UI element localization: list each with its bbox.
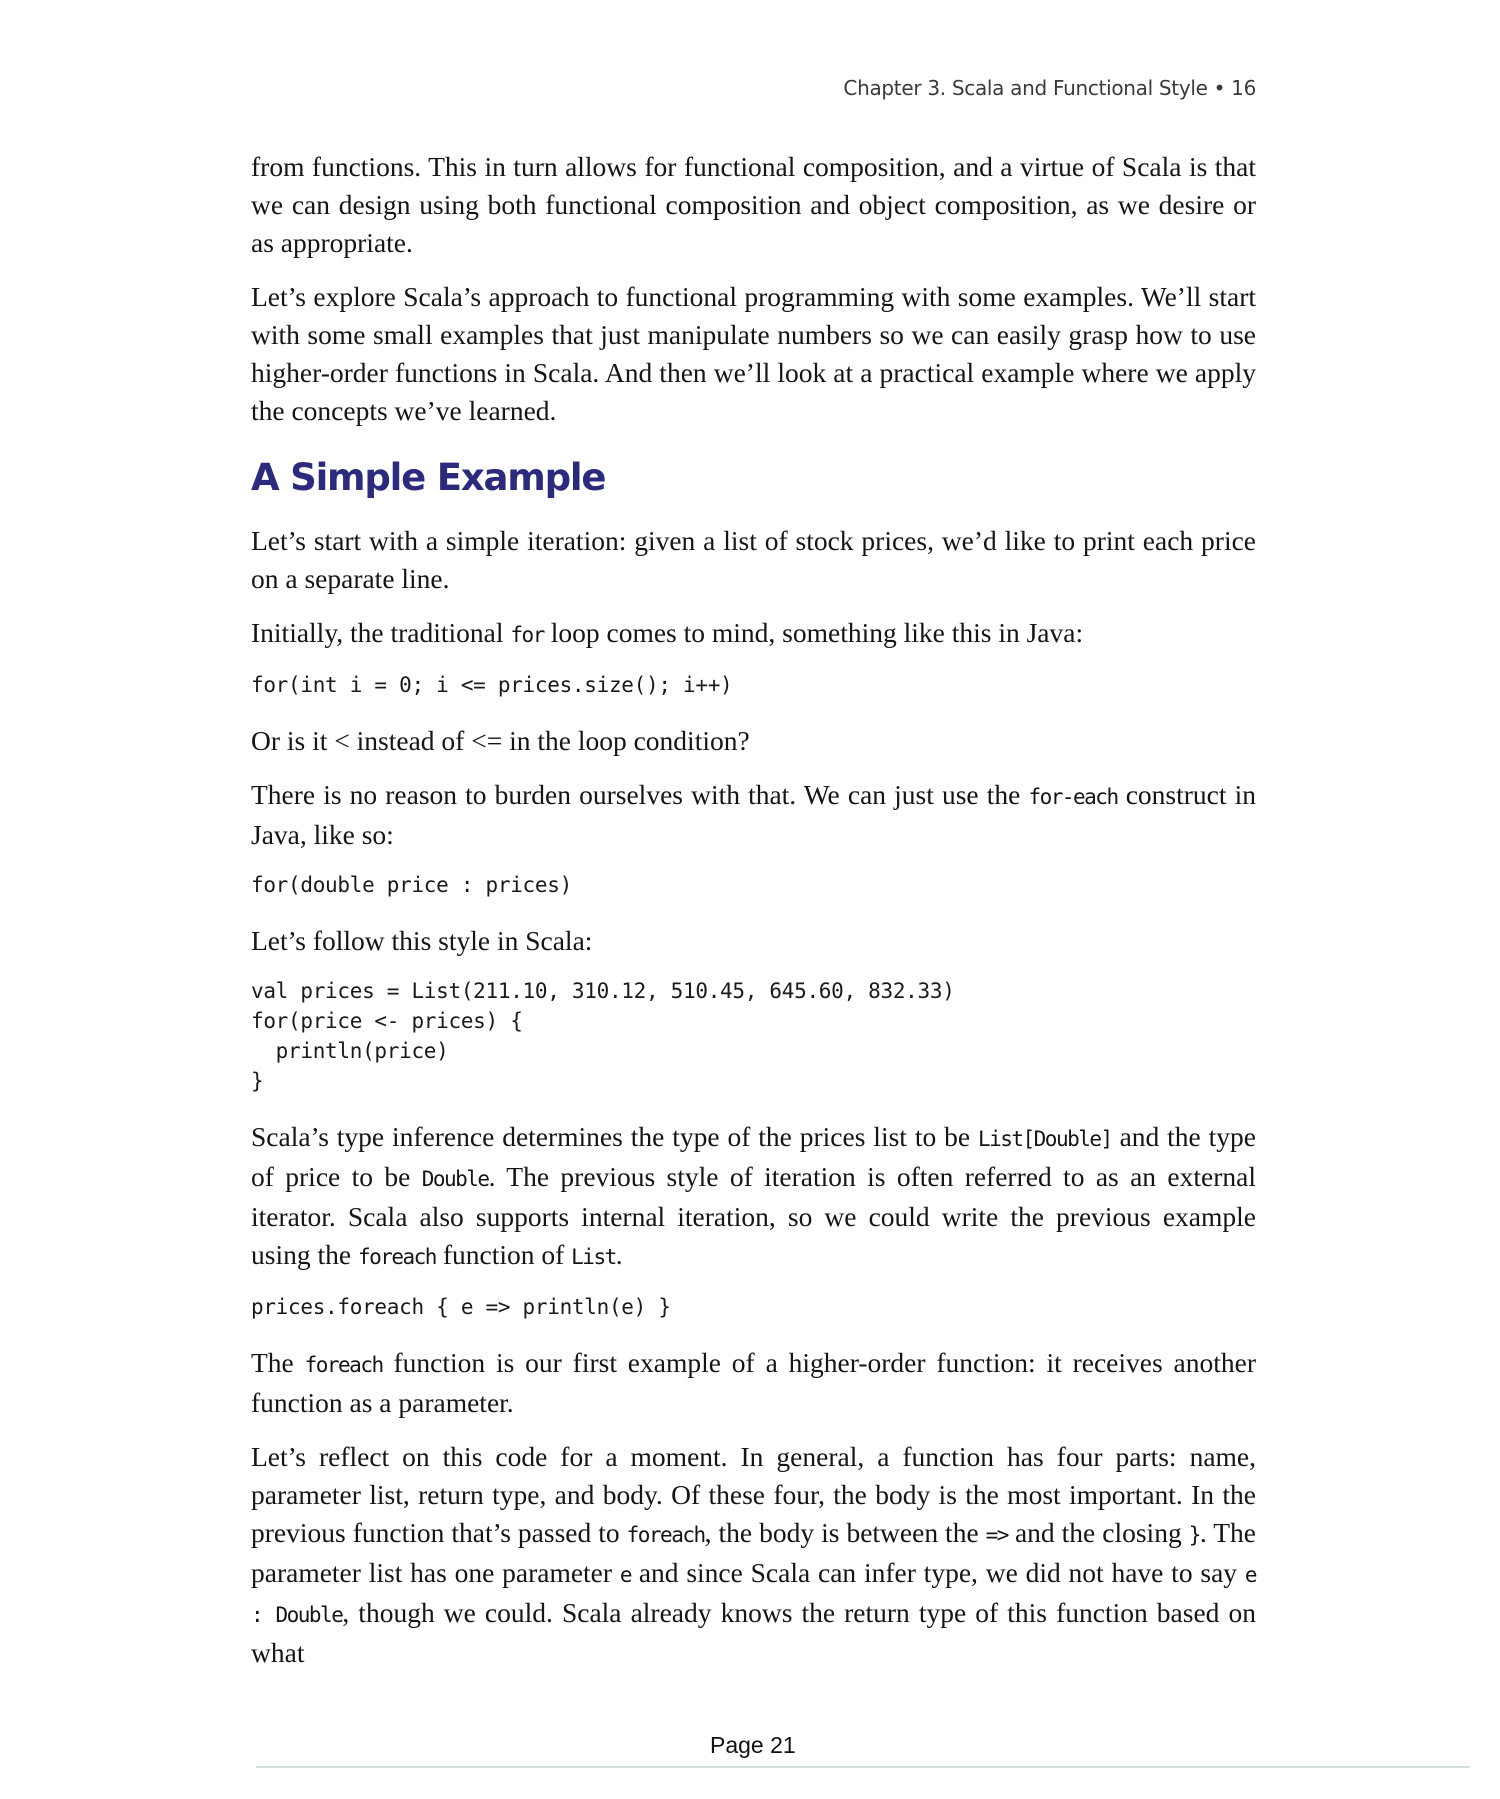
text-run: and since Scala can infer type, we did n…: [631, 1557, 1245, 1588]
text-run: loop comes to mind, something like this …: [543, 617, 1084, 648]
text-run: function of: [435, 1239, 572, 1270]
paragraph: The foreach function is our first exampl…: [251, 1344, 1256, 1422]
paragraph: There is no reason to burden ourselves w…: [251, 776, 1256, 854]
paragraph: Let’s reflect on this code for a moment.…: [251, 1438, 1258, 1672]
code-block-java-foreach: for(double price : prices): [251, 873, 572, 897]
text-run: Initially, the traditional: [251, 617, 511, 648]
book-page-number: 16: [1231, 76, 1256, 100]
inline-code: Double: [421, 1167, 490, 1191]
text-run: The: [251, 1347, 305, 1378]
paragraph: Let’s explore Scala’s approach to functi…: [251, 281, 1256, 426]
inline-code: foreach: [304, 1353, 385, 1377]
inline-code: foreach: [626, 1523, 707, 1547]
inline-code: for-each: [1028, 785, 1119, 809]
paragraph: Scala’s type inference determines the ty…: [251, 1118, 1256, 1276]
text-run: and the closing: [1007, 1517, 1189, 1548]
text-run: .: [615, 1239, 623, 1270]
page-content: from functions. This in turn allows for …: [251, 148, 1258, 1688]
code-block-scala-for: val prices = List(211.10, 310.12, 510.45…: [251, 979, 955, 1093]
paragraph: from functions. This in turn allows for …: [251, 151, 1256, 258]
paragraph: Let’s start with a simple iteration: giv…: [251, 525, 1256, 594]
inline-code: }: [1188, 1523, 1202, 1547]
inline-code: foreach: [357, 1245, 438, 1269]
footer-divider: [256, 1766, 1470, 1768]
section-heading: A Simple Example: [251, 456, 606, 499]
inline-code: for: [510, 623, 545, 647]
text-run: , though we could. Scala already knows t…: [251, 1597, 1256, 1668]
inline-code: e: [619, 1563, 633, 1587]
inline-code: List[Double]: [977, 1127, 1113, 1151]
inline-code: List: [571, 1245, 617, 1269]
bullet-separator: •: [1213, 76, 1226, 100]
code-block-scala-foreach: prices.foreach { e => println(e) }: [251, 1295, 671, 1319]
chapter-title: Chapter 3. Scala and Functional Style: [843, 76, 1208, 100]
text-run: , the body is between the: [704, 1517, 986, 1548]
paragraph: Let’s follow this style in Scala:: [251, 925, 593, 956]
viewer-page-label: Page 21: [710, 1732, 796, 1758]
inline-code: =>: [985, 1523, 1010, 1547]
text-run: Scala’s type inference determines the ty…: [251, 1121, 978, 1152]
paragraph: Or is it < instead of <= in the loop con…: [251, 725, 750, 756]
paragraph: Initially, the traditional for loop come…: [251, 614, 1256, 654]
running-header: Chapter 3. Scala and Functional Style • 16: [843, 76, 1256, 100]
code-block-java-for: for(int i = 0; i <= prices.size(); i++): [251, 673, 733, 697]
text-run: function is our first example of a highe…: [251, 1347, 1256, 1418]
text-run: There is no reason to burden ourselves w…: [251, 779, 1029, 810]
